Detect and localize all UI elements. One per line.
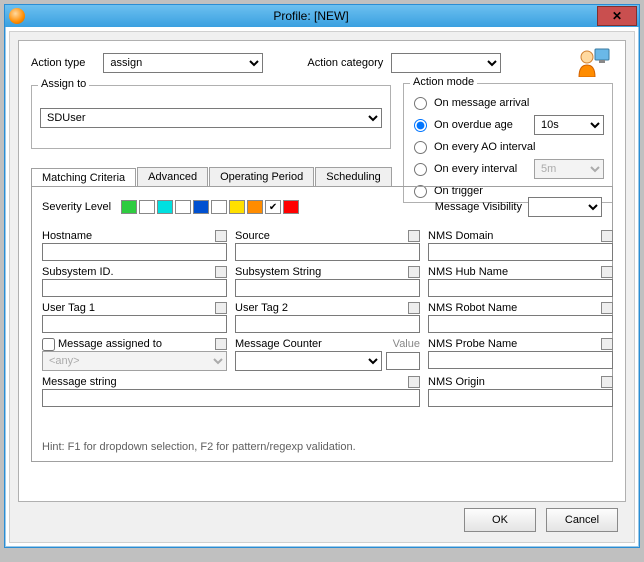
usertag1-label: User Tag 1 bbox=[42, 302, 95, 314]
close-button[interactable]: ✕ bbox=[597, 6, 637, 26]
severity-swatch-5[interactable] bbox=[211, 200, 227, 214]
msg-counter-select[interactable] bbox=[235, 351, 382, 371]
action-mode-legend: Action mode bbox=[410, 76, 477, 88]
tab-scheduling[interactable]: Scheduling bbox=[315, 167, 391, 186]
msg-assigned-popup-button[interactable] bbox=[215, 338, 227, 350]
app-icon bbox=[9, 8, 25, 24]
tab-operating-period[interactable]: Operating Period bbox=[209, 167, 314, 186]
msg-assigned-select: <any> bbox=[42, 351, 227, 371]
severity-swatch-8[interactable]: ✔ bbox=[265, 200, 281, 214]
dialog-window: Profile: [NEW] ✕ Action type assign Acti… bbox=[4, 4, 640, 548]
severity-swatch-3[interactable] bbox=[175, 200, 191, 214]
severity-swatch-7[interactable] bbox=[247, 200, 263, 214]
msg-visibility-label: Message Visibility bbox=[435, 201, 522, 213]
nms-hub-popup-button[interactable] bbox=[601, 266, 613, 278]
window-title: Profile: [NEW] bbox=[25, 9, 597, 23]
nms-origin-input[interactable] bbox=[428, 389, 613, 407]
mode-overdue-label: On overdue age bbox=[434, 119, 513, 131]
nms-origin-label: NMS Origin bbox=[428, 376, 485, 388]
nms-hub-label: NMS Hub Name bbox=[428, 266, 508, 278]
top-row: Action type assign Action category bbox=[31, 53, 613, 73]
hostname-input[interactable] bbox=[42, 243, 227, 261]
nms-probe-input[interactable] bbox=[428, 351, 613, 369]
nms-probe-label: NMS Probe Name bbox=[428, 338, 517, 350]
nms-robot-popup-button[interactable] bbox=[601, 302, 613, 314]
mode-interval-select: 5m bbox=[534, 159, 604, 179]
usertag2-label: User Tag 2 bbox=[235, 302, 288, 314]
dialog-buttons: OK Cancel bbox=[464, 508, 618, 532]
action-category-label: Action category bbox=[307, 57, 383, 69]
assign-legend: Assign to bbox=[38, 78, 89, 90]
subsystem-string-popup-button[interactable] bbox=[408, 266, 420, 278]
mode-overdue-radio[interactable] bbox=[414, 119, 427, 132]
msg-assigned-checkbox[interactable] bbox=[42, 338, 55, 351]
assign-fieldset: Assign to SDUser bbox=[31, 85, 391, 149]
msg-string-label: Message string bbox=[42, 376, 117, 388]
msg-counter-label: Message Counter bbox=[235, 338, 322, 350]
severity-swatch-2[interactable] bbox=[157, 200, 173, 214]
usertag2-popup-button[interactable] bbox=[408, 302, 420, 314]
source-popup-button[interactable] bbox=[408, 230, 420, 242]
ok-button[interactable]: OK bbox=[464, 508, 536, 532]
cancel-button[interactable]: Cancel bbox=[546, 508, 618, 532]
hostname-popup-button[interactable] bbox=[215, 230, 227, 242]
mode-ao-label: On every AO interval bbox=[434, 141, 536, 153]
mode-interval-label: On every interval bbox=[434, 163, 517, 175]
msg-visibility-select[interactable] bbox=[528, 197, 602, 217]
nms-domain-label: NMS Domain bbox=[428, 230, 493, 242]
subsystem-id-input[interactable] bbox=[42, 279, 227, 297]
source-input[interactable] bbox=[235, 243, 420, 261]
mode-overdue-select[interactable]: 10s bbox=[534, 115, 604, 135]
subsystem-string-input[interactable] bbox=[235, 279, 420, 297]
nms-probe-popup-button[interactable] bbox=[601, 338, 613, 350]
msg-string-popup-button[interactable] bbox=[408, 376, 420, 388]
severity-swatch-4[interactable] bbox=[193, 200, 209, 214]
usertag2-input[interactable] bbox=[235, 315, 420, 333]
tab-matching-criteria[interactable]: Matching Criteria bbox=[31, 168, 136, 187]
hint-text: Hint: F1 for dropdown selection, F2 for … bbox=[42, 441, 356, 453]
mode-interval-radio[interactable] bbox=[414, 163, 427, 176]
assign-to-select[interactable]: SDUser bbox=[40, 108, 382, 128]
msg-counter-value-input[interactable] bbox=[386, 352, 420, 370]
usertag1-input[interactable] bbox=[42, 315, 227, 333]
source-label: Source bbox=[235, 230, 270, 242]
action-category-select[interactable] bbox=[391, 53, 501, 73]
nms-robot-label: NMS Robot Name bbox=[428, 302, 517, 314]
msg-string-input[interactable] bbox=[42, 389, 420, 407]
severity-swatch-9[interactable] bbox=[283, 200, 299, 214]
severity-swatch-1[interactable] bbox=[139, 200, 155, 214]
action-type-select[interactable]: assign bbox=[103, 53, 263, 73]
client-area: Action type assign Action category bbox=[9, 31, 635, 543]
user-icon bbox=[577, 47, 611, 77]
mode-arrival-label: On message arrival bbox=[434, 97, 529, 109]
mode-arrival-radio[interactable] bbox=[414, 97, 427, 110]
msg-assigned-label: Message assigned to bbox=[58, 338, 162, 350]
tab-advanced[interactable]: Advanced bbox=[137, 167, 208, 186]
action-mode-fieldset: Action mode On message arrival On overdu… bbox=[403, 83, 613, 203]
main-panel: Action type assign Action category bbox=[18, 40, 626, 502]
severity-label: Severity Level bbox=[42, 201, 111, 213]
action-type-label: Action type bbox=[31, 57, 85, 69]
tab-body: Severity Level ✔ Message Visibility Host… bbox=[31, 186, 613, 462]
usertag1-popup-button[interactable] bbox=[215, 302, 227, 314]
nms-domain-input[interactable] bbox=[428, 243, 613, 261]
nms-origin-popup-button[interactable] bbox=[601, 376, 613, 388]
nms-robot-input[interactable] bbox=[428, 315, 613, 333]
nms-domain-popup-button[interactable] bbox=[601, 230, 613, 242]
titlebar: Profile: [NEW] ✕ bbox=[5, 5, 639, 27]
subsystem-id-label: Subsystem ID. bbox=[42, 266, 114, 278]
severity-swatch-0[interactable] bbox=[121, 200, 137, 214]
severity-swatch-6[interactable] bbox=[229, 200, 245, 214]
subsystem-string-label: Subsystem String bbox=[235, 266, 321, 278]
subsystem-id-popup-button[interactable] bbox=[215, 266, 227, 278]
severity-swatches: ✔ bbox=[121, 200, 299, 214]
hostname-label: Hostname bbox=[42, 230, 92, 242]
nms-hub-input[interactable] bbox=[428, 279, 613, 297]
mode-ao-radio[interactable] bbox=[414, 141, 427, 154]
value-label: Value bbox=[393, 338, 420, 350]
